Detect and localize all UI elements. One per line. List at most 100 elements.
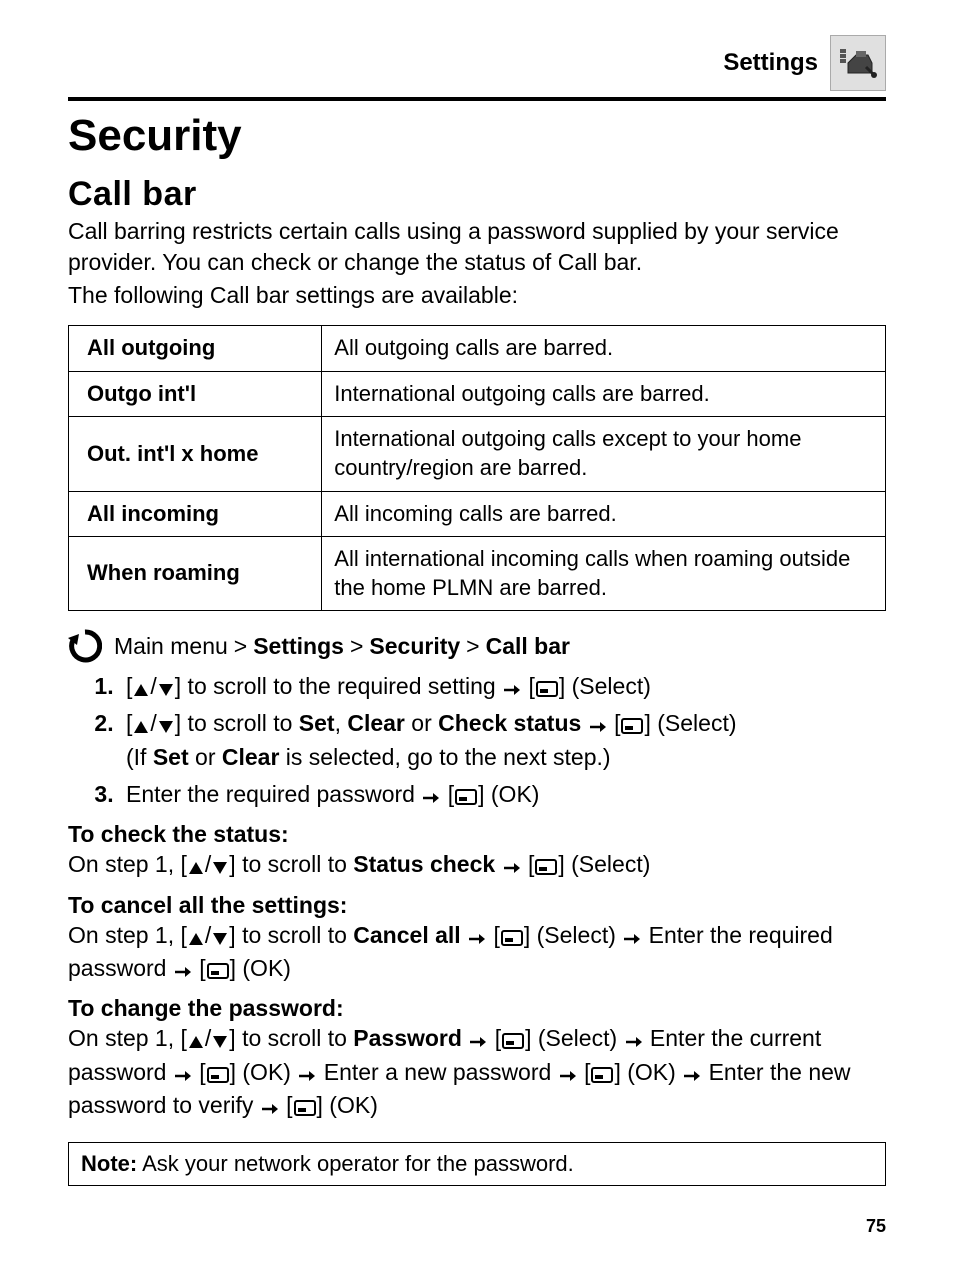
para-text: ] (OK) [230,955,291,981]
para-text: On step 1, [ [68,1025,187,1051]
step-text-bold: Clear [222,744,280,770]
down-triangle-icon [212,861,228,875]
down-triangle-icon [212,1035,228,1049]
step-text: ] to scroll to the required setting [175,673,502,699]
step-text: Enter the required password [126,781,421,807]
page-number: 75 [68,1216,886,1237]
para-text-bold: Cancel all [353,922,460,948]
table-row: When roaming All international incoming … [69,537,886,611]
up-triangle-icon [133,683,149,697]
step-text: , [335,710,348,736]
up-triangle-icon [188,932,204,946]
table-key: Outgo int'l [69,371,322,417]
breadcrumb-prefix: Main menu [114,633,228,660]
table-row: All incoming All incoming calls are barr… [69,491,886,537]
right-arrow-icon [589,720,607,734]
step-text-bold: Set [299,710,335,736]
subheading-check-status: To check the status: [68,821,886,848]
breadcrumb-item: Settings [253,633,344,660]
right-arrow-icon [503,861,521,875]
para-check-status: On step 1, [/] to scroll to Status check… [68,848,886,881]
subheading-change-password: To change the password: [68,995,886,1022]
page-title: Security [68,111,886,161]
right-arrow-icon [623,932,641,946]
right-arrow-icon [683,1069,701,1083]
softkey-icon [536,681,558,697]
para-text: ] (OK) [317,1092,378,1118]
table-val: International outgoing calls except to y… [322,417,886,491]
table-key: All outgoing [69,326,322,372]
softkey-icon [455,789,477,805]
right-arrow-icon [422,791,440,805]
para-text: ] (Select) [558,851,650,877]
down-triangle-icon [158,683,174,697]
up-triangle-icon [133,720,149,734]
steps-list: [/] to scroll to the required setting []… [68,669,886,811]
step-item: Enter the required password [] (OK) [120,777,886,812]
right-arrow-icon [261,1102,279,1116]
step-text-bold: Set [153,744,189,770]
toolbox-icon [830,35,886,91]
right-arrow-icon [625,1035,643,1049]
para-text: ] (OK) [614,1059,682,1085]
breadcrumb-item: Call bar [486,633,570,660]
para-text: ] to scroll to [229,922,353,948]
step-text: (If [126,744,153,770]
para-text: ] to scroll to [229,1025,353,1051]
step-item: [/] to scroll to the required setting []… [120,669,886,704]
para-text: On step 1, [ [68,851,187,877]
softkey-icon [294,1100,316,1116]
right-arrow-icon [174,1069,192,1083]
softkey-icon [207,1067,229,1083]
step-text: ] (Select) [644,710,736,736]
step-text: or [405,710,438,736]
nav-arrow-circle-icon [68,629,102,663]
table-row: All outgoing All outgoing calls are barr… [69,326,886,372]
intro-para-1: Call barring restricts certain calls usi… [68,216,886,278]
step-text: ] (OK) [478,781,539,807]
right-arrow-icon [174,965,192,979]
softkey-icon [502,1033,524,1049]
step-text: or [189,744,222,770]
right-arrow-icon [298,1069,316,1083]
para-text-bold: Status check [353,851,495,877]
breadcrumb-sep: > [234,633,247,660]
step-item: [/] to scroll to Set, Clear or Check sta… [120,706,886,775]
para-change-password: On step 1, [/] to scroll to Password [] … [68,1022,886,1122]
step-text: ] (Select) [559,673,651,699]
table-val: All outgoing calls are barred. [322,326,886,372]
intro-para-2: The following Call bar settings are avai… [68,280,886,311]
para-text-bold: Password [353,1025,462,1051]
table-row: Out. int'l x home International outgoing… [69,417,886,491]
up-triangle-icon [188,1035,204,1049]
step-text-bold: Check status [438,710,581,736]
step-text-bold: Clear [347,710,405,736]
softkey-icon [501,930,523,946]
right-arrow-icon [468,932,486,946]
table-val: All international incoming calls when ro… [322,537,886,611]
settings-table: All outgoing All outgoing calls are barr… [68,325,886,611]
table-row: Outgo int'l International outgoing calls… [69,371,886,417]
up-triangle-icon [188,861,204,875]
right-arrow-icon [503,683,521,697]
right-arrow-icon [559,1069,577,1083]
softkey-icon [621,718,643,734]
note-text: Ask your network operator for the passwo… [137,1151,574,1176]
breadcrumb: Main menu > Settings > Security > Call b… [68,629,886,663]
table-key: All incoming [69,491,322,537]
softkey-icon [207,963,229,979]
breadcrumb-item: Security [369,633,460,660]
page-header: Settings [68,35,886,91]
table-val: All incoming calls are barred. [322,491,886,537]
para-cancel-all: On step 1, [/] to scroll to Cancel all [… [68,919,886,986]
softkey-icon [535,859,557,875]
table-key: Out. int'l x home [69,417,322,491]
step-text: ] to scroll to [175,710,299,736]
note-label: Note: [81,1151,137,1176]
subheading-cancel-all: To cancel all the settings: [68,892,886,919]
breadcrumb-sep: > [350,633,363,660]
breadcrumb-sep: > [466,633,479,660]
header-divider [68,97,886,101]
para-text: ] (Select) [525,1025,623,1051]
right-arrow-icon [469,1035,487,1049]
